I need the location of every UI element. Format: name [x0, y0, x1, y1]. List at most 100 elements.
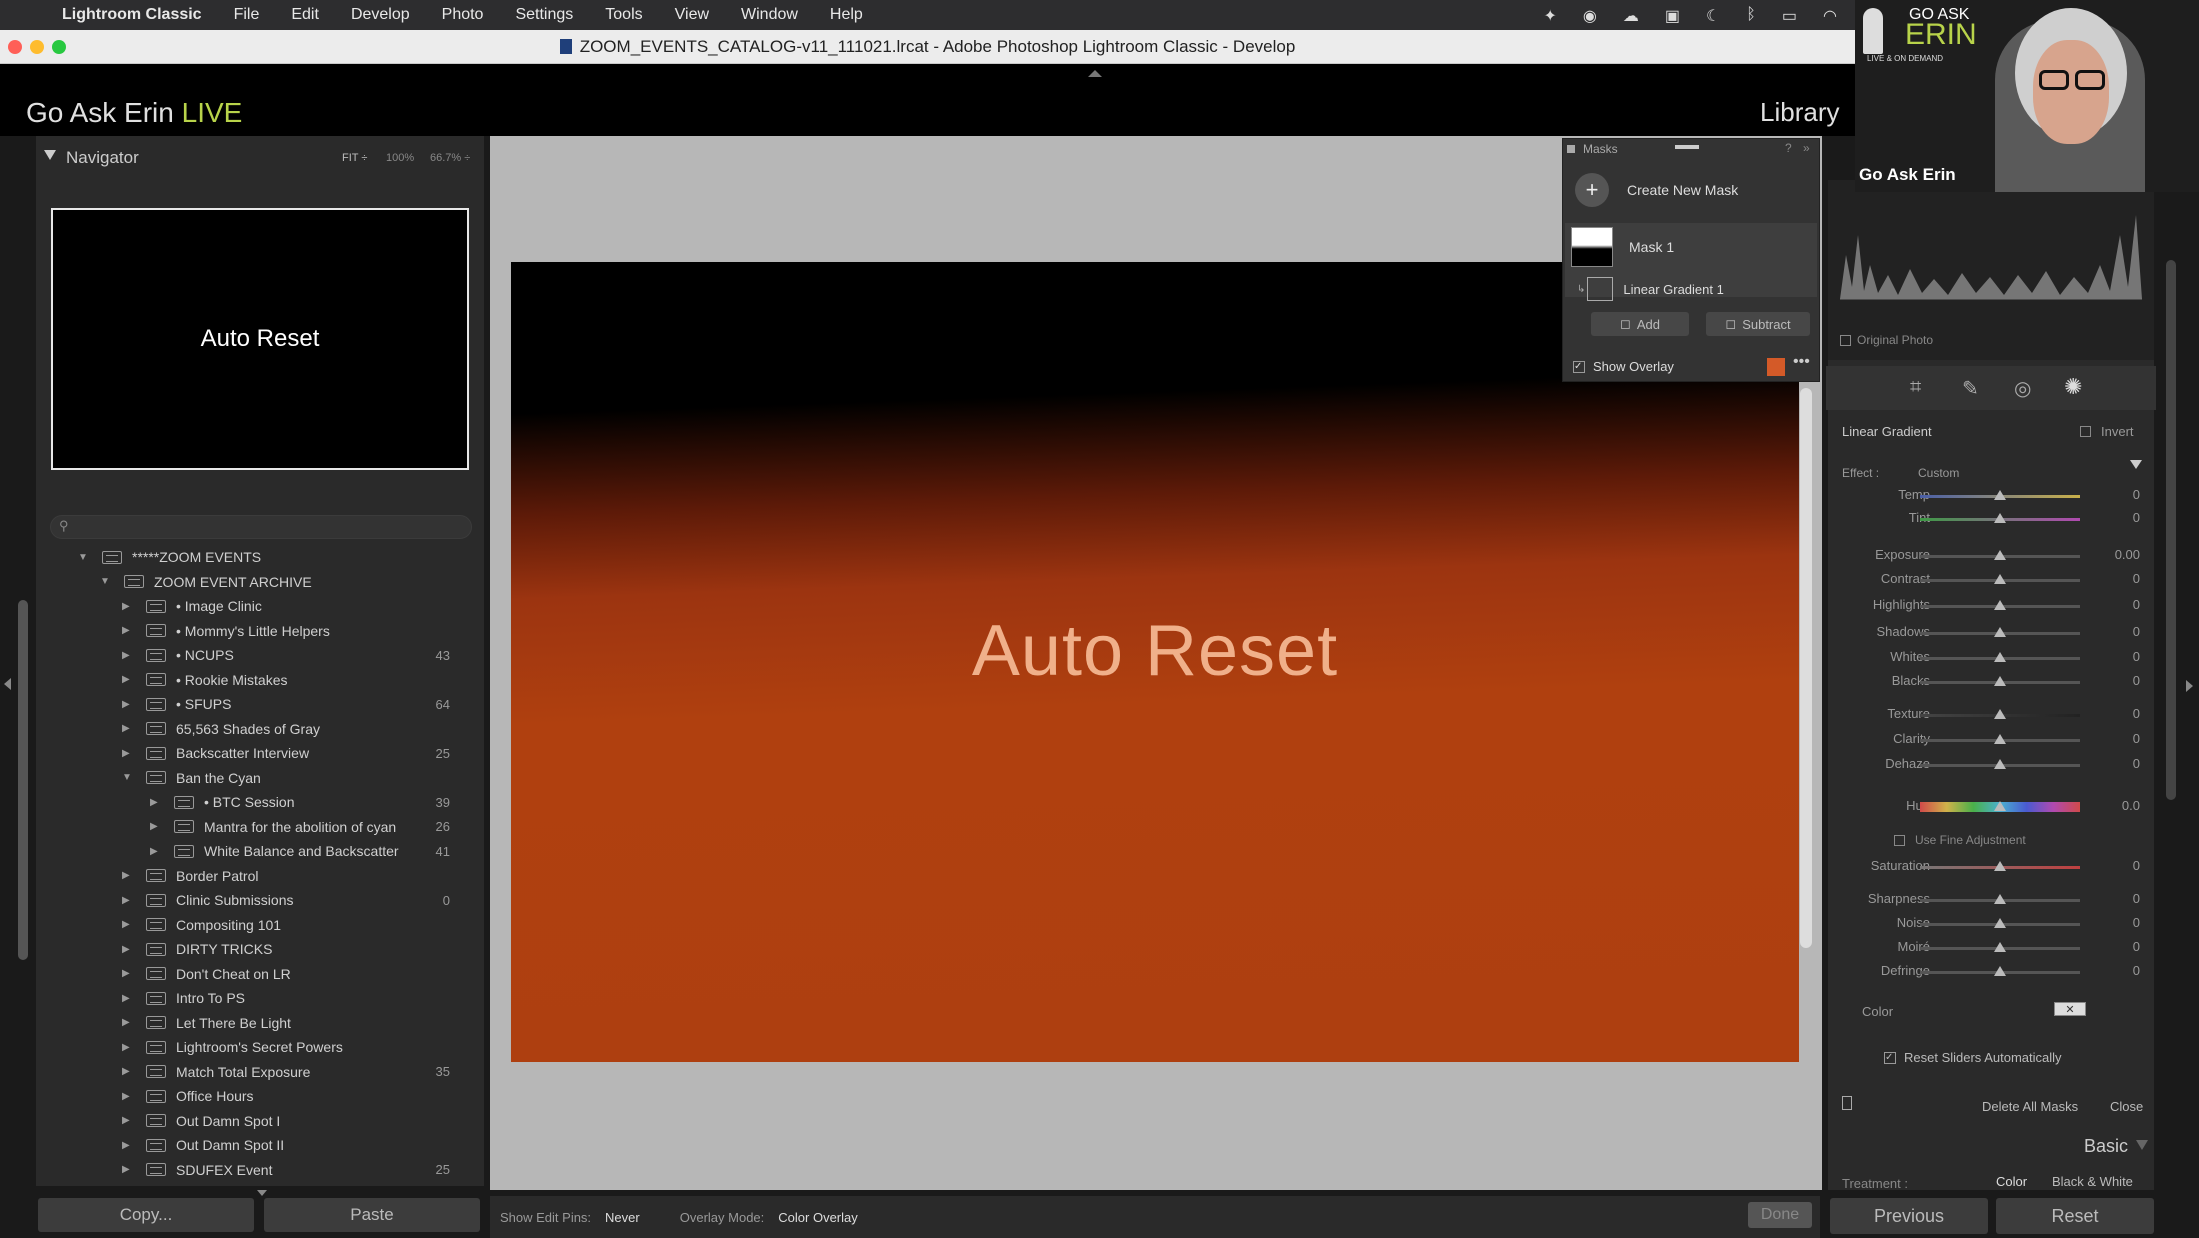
treatment-color[interactable]: Color [1996, 1174, 2027, 1189]
disclosure-collapsed-icon[interactable]: ▶ [150, 821, 160, 832]
slider-value[interactable]: 0.0 [2090, 798, 2140, 813]
slider-contrast[interactable]: Contrast 0 [1840, 571, 2140, 591]
scroll-down-icon[interactable] [257, 1190, 267, 1196]
paste-button[interactable]: Paste [264, 1198, 480, 1232]
slider-value[interactable]: 0 [2090, 731, 2140, 746]
collection-item[interactable]: ▶ Match Total Exposure [122, 1060, 310, 1084]
collection-item[interactable]: ▶ • SFUPS [122, 692, 231, 716]
show-overlay-toggle[interactable]: ✓ Show Overlay [1573, 359, 1674, 374]
moon-icon[interactable]: ☾ [1706, 6, 1720, 26]
collection-item[interactable]: ▶ Compositing 101 [122, 913, 281, 937]
slider-defringe[interactable]: Defringe 0 [1840, 963, 2140, 983]
basic-panel-header[interactable]: Basic [2084, 1136, 2128, 1157]
collection-item[interactable]: ▼ ZOOM EVENT ARCHIVE [100, 570, 312, 594]
collection-item[interactable]: ▶ • Mommy's Little Helpers [122, 619, 330, 643]
reset-button[interactable]: Reset [1996, 1198, 2154, 1234]
disclosure-collapsed-icon[interactable]: ▶ [122, 993, 132, 1004]
reset-sliders-checkbox[interactable]: ✓ [1884, 1051, 1896, 1064]
slider-thumb[interactable] [1994, 801, 2006, 811]
minimize-window-button[interactable] [30, 40, 44, 54]
slider-shadows[interactable]: Shadows 0 [1840, 624, 2140, 644]
canvas-scrollbar[interactable] [1800, 388, 1812, 948]
collapse-left-panel-icon[interactable] [4, 678, 11, 690]
collapse-right-panel-icon[interactable] [2186, 680, 2193, 692]
cloud-icon[interactable]: ☁ [1623, 6, 1639, 26]
disclosure-collapsed-icon[interactable]: ▶ [122, 1017, 132, 1028]
collection-item[interactable]: ▶ Let There Be Light [122, 1011, 291, 1035]
slider-hue[interactable]: Hue 0.0 [1840, 798, 2140, 818]
show-overlay-checkbox[interactable]: ✓ [1573, 360, 1585, 373]
disclosure-collapsed-icon[interactable]: ▶ [122, 1066, 132, 1077]
disclosure-collapsed-icon[interactable]: ▶ [122, 625, 132, 636]
disclosure-collapsed-icon[interactable]: ▶ [122, 919, 132, 930]
collection-item[interactable]: ▶ Out Damn Spot II [122, 1133, 284, 1157]
zoom-custom[interactable]: 66.7% ÷ [430, 152, 470, 164]
mask-1-item[interactable]: Mask 1 [1571, 227, 1674, 267]
slider-value[interactable]: 0 [2090, 756, 2140, 771]
basic-collapse-icon[interactable] [2136, 1140, 2148, 1150]
collapse-top-panel-icon[interactable] [1088, 70, 1102, 77]
slider-thumb[interactable] [1994, 861, 2006, 871]
slider-thumb[interactable] [1994, 574, 2006, 584]
invert-toggle[interactable]: Invert [2080, 424, 2134, 439]
menu-app[interactable]: Lightroom Classic [62, 6, 202, 24]
disclosure-expanded-icon[interactable]: ▼ [78, 552, 88, 563]
menu-help[interactable]: Help [830, 6, 863, 24]
module-library-link[interactable]: Library [1760, 97, 1839, 128]
slider-thumb[interactable] [1994, 550, 2006, 560]
left-panel-scrollbar[interactable] [18, 600, 28, 960]
slider-dehaze[interactable]: Dehaze 0 [1840, 756, 2140, 776]
slider-value[interactable]: 0 [2090, 915, 2140, 930]
slider-thumb[interactable] [1994, 513, 2006, 523]
disclosure-collapsed-icon[interactable]: ▶ [122, 699, 132, 710]
original-photo-checkbox[interactable] [1840, 334, 1851, 346]
slider-highlights[interactable]: Highlights 0 [1840, 597, 2140, 617]
status-icon[interactable]: ◉ [1583, 6, 1597, 26]
slider-texture[interactable]: Texture 0 [1840, 706, 2140, 726]
bluetooth-icon[interactable]: ᛒ [1746, 6, 1756, 26]
navigator-preview[interactable]: Auto Reset [51, 208, 469, 470]
slider-value[interactable]: 0 [2090, 571, 2140, 586]
menu-photo[interactable]: Photo [442, 6, 484, 24]
disclosure-collapsed-icon[interactable]: ▶ [122, 674, 132, 685]
menu-file[interactable]: File [234, 6, 260, 24]
disclosure-collapsed-icon[interactable]: ▶ [122, 1042, 132, 1053]
close-window-button[interactable] [8, 40, 22, 54]
collection-item[interactable]: ▶ SDUFEX Event [122, 1158, 272, 1182]
slider-temp[interactable]: Temp 0 [1840, 487, 2140, 507]
invert-checkbox[interactable] [2080, 426, 2091, 437]
slider-thumb[interactable] [1994, 600, 2006, 610]
collection-item[interactable]: ▶ White Balance and Backscatter [150, 839, 399, 863]
slider-value[interactable]: 0 [2090, 706, 2140, 721]
slider-sharpness[interactable]: Sharpness 0 [1840, 891, 2140, 911]
reset-sliders-toggle[interactable]: ✓ Reset Sliders Automatically [1884, 1050, 2062, 1065]
collection-item[interactable]: ▼ Ban the Cyan [122, 766, 261, 790]
slider-thumb[interactable] [1994, 759, 2006, 769]
slider-value[interactable]: 0 [2090, 487, 2140, 502]
slider-thumb[interactable] [1994, 966, 2006, 976]
collection-item[interactable]: ▶ DIRTY TRICKS [122, 937, 272, 961]
linear-gradient-1-item[interactable]: ↳ Linear Gradient 1 [1577, 277, 1724, 301]
close-masking-button[interactable]: Close [2110, 1099, 2143, 1114]
masking-icon[interactable]: ✺ [2064, 374, 2082, 400]
menu-settings[interactable]: Settings [515, 6, 573, 24]
disclosure-collapsed-icon[interactable]: ▶ [122, 968, 132, 979]
disclosure-collapsed-icon[interactable]: ▶ [122, 723, 132, 734]
slider-thumb[interactable] [1994, 627, 2006, 637]
slider-thumb[interactable] [1994, 734, 2006, 744]
effect-preset-select[interactable]: Custom [1918, 466, 1959, 480]
red-eye-icon[interactable]: ◎ [2014, 376, 2031, 401]
slider-clarity[interactable]: Clarity 0 [1840, 731, 2140, 751]
disclosure-collapsed-icon[interactable]: ▶ [122, 650, 132, 661]
disclosure-collapsed-icon[interactable]: ▶ [122, 748, 132, 759]
collection-filter-input[interactable]: ⚲ [50, 515, 472, 539]
color-swatch-none[interactable]: ✕ [2054, 1002, 2086, 1016]
slider-exposure[interactable]: Exposure 0.00 [1840, 547, 2140, 567]
collection-item[interactable]: ▶ Clinic Submissions [122, 888, 293, 912]
slider-value[interactable]: 0 [2090, 963, 2140, 978]
collection-item[interactable]: ▶ Out Damn Spot I [122, 1109, 280, 1133]
crop-icon[interactable]: ⌗ [1910, 376, 1921, 399]
disclosure-collapsed-icon[interactable]: ▶ [122, 870, 132, 881]
disclosure-collapsed-icon[interactable]: ▶ [150, 797, 160, 808]
collection-item[interactable]: ▶ • Rookie Mistakes [122, 668, 288, 692]
